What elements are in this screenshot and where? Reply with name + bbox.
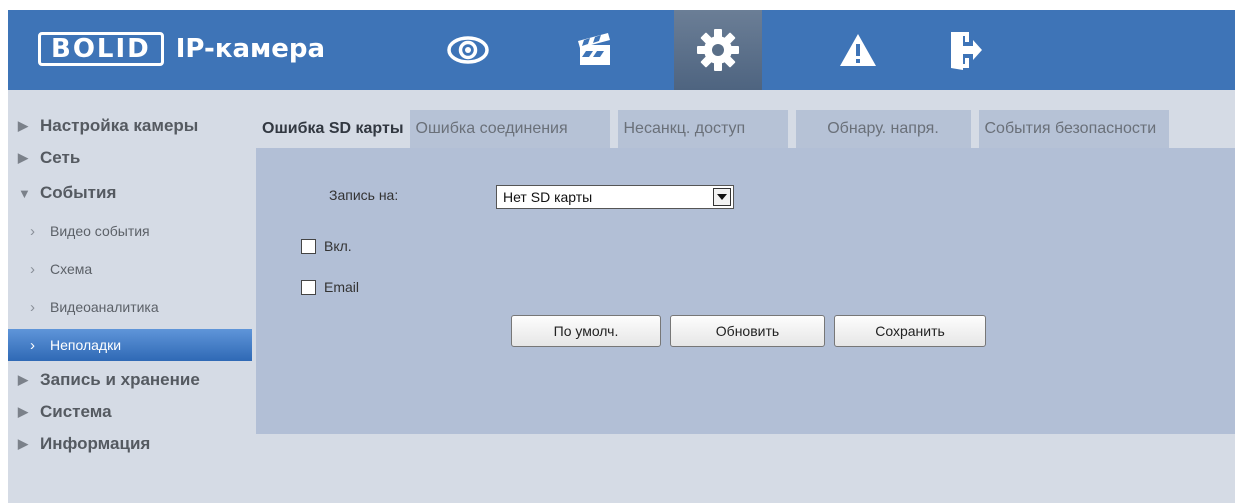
sidebar-subitem-scheme[interactable]: › Схема bbox=[8, 250, 254, 288]
triangle-right-icon: ▶ bbox=[18, 404, 28, 419]
logout-icon[interactable] bbox=[925, 10, 1005, 90]
triangle-right-icon: ▶ bbox=[18, 436, 28, 451]
chevron-right-icon: › bbox=[30, 336, 35, 354]
settings-gear-icon[interactable] bbox=[674, 10, 762, 90]
tab-connection-error[interactable]: Ошибка соединения bbox=[409, 110, 610, 148]
top-header: BOLID IP-камера bbox=[8, 10, 1235, 90]
chevron-right-icon: › bbox=[30, 260, 35, 278]
sidebar-item-label: Сеть bbox=[40, 148, 81, 167]
sidebar-item-label: События bbox=[40, 183, 117, 202]
triangle-right-icon: ▶ bbox=[18, 372, 28, 387]
sidebar: ▶ Настройка камеры ▶ Сеть ▼ События › Ви… bbox=[8, 110, 254, 460]
tab-security-events[interactable]: События безопасности bbox=[978, 110, 1169, 148]
email-checkbox[interactable] bbox=[301, 279, 316, 295]
tab-sd-card-error[interactable]: Ошибка SD карты bbox=[256, 110, 410, 148]
app-frame: BOLID IP-камера ▶ Настройка камеры ▶ Сет… bbox=[8, 10, 1235, 503]
sidebar-item-label: Настройка камеры bbox=[40, 116, 199, 135]
sidebar-item-label: Запись и хранение bbox=[40, 370, 200, 389]
email-row: Email bbox=[301, 278, 359, 296]
logo-product: IP-камера bbox=[175, 34, 326, 64]
save-button[interactable]: Сохранить bbox=[834, 315, 986, 347]
logo-brand: BOLID bbox=[38, 32, 164, 66]
enable-label: Вкл. bbox=[324, 238, 352, 254]
tab-bar: Ошибка SD карты Ошибка соединения Несанк… bbox=[256, 110, 1169, 148]
triangle-right-icon: ▶ bbox=[18, 118, 28, 133]
sidebar-item-record-storage[interactable]: ▶ Запись и хранение bbox=[8, 364, 254, 396]
sidebar-item-network[interactable]: ▶ Сеть bbox=[8, 142, 254, 174]
settings-panel: Запись на: Нет SD карты Вкл. Email По ум… bbox=[256, 148, 1235, 434]
sidebar-item-events[interactable]: ▼ События bbox=[8, 174, 254, 212]
sidebar-subitem-label: Схема bbox=[50, 261, 93, 277]
email-label: Email bbox=[324, 279, 360, 295]
sidebar-subitem-video-analytics[interactable]: › Видеоаналитика bbox=[8, 288, 254, 326]
logo: BOLID IP-камера bbox=[38, 32, 325, 66]
enable-checkbox[interactable] bbox=[301, 238, 316, 254]
chevron-right-icon: › bbox=[30, 298, 35, 316]
chevron-right-icon: › bbox=[30, 222, 35, 240]
record-to-value: Нет SD карты bbox=[503, 189, 593, 205]
sidebar-subitem-label: Неполадки bbox=[50, 337, 122, 353]
default-button[interactable]: По умолч. bbox=[511, 315, 661, 347]
sidebar-subitem-label: Видео события bbox=[50, 223, 150, 239]
sidebar-subitem-label: Видеоаналитика bbox=[50, 299, 159, 315]
live-view-eye-icon[interactable] bbox=[428, 10, 508, 90]
sidebar-item-label: Информация bbox=[40, 434, 151, 453]
record-to-label: Запись на: bbox=[329, 187, 399, 203]
sidebar-item-system[interactable]: ▶ Система bbox=[8, 396, 254, 428]
sidebar-subitem-video-events[interactable]: › Видео события bbox=[8, 212, 254, 250]
tab-voltage-detection[interactable]: Обнару. напря. bbox=[795, 110, 971, 148]
sidebar-item-label: Система bbox=[40, 402, 112, 421]
tab-unauthorized-access[interactable]: Несанкц. доступ bbox=[617, 110, 788, 148]
enable-row: Вкл. bbox=[301, 237, 352, 255]
refresh-button[interactable]: Обновить bbox=[670, 315, 825, 347]
triangle-right-icon: ▶ bbox=[18, 150, 28, 165]
record-to-select[interactable]: Нет SD карты bbox=[496, 185, 734, 209]
triangle-down-icon: ▼ bbox=[18, 185, 31, 201]
sidebar-subitem-faults[interactable]: › Неполадки bbox=[8, 329, 252, 361]
chevron-down-icon[interactable] bbox=[713, 188, 731, 206]
sidebar-item-camera-settings[interactable]: ▶ Настройка камеры bbox=[8, 110, 254, 142]
alarm-warning-icon[interactable] bbox=[818, 10, 898, 90]
playback-clapperboard-icon[interactable] bbox=[555, 10, 635, 90]
sidebar-item-information[interactable]: ▶ Информация bbox=[8, 428, 254, 460]
